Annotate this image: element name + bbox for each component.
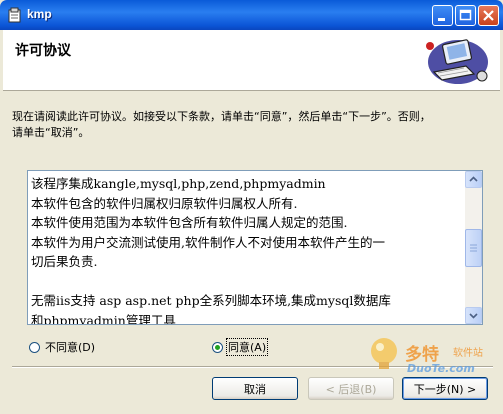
- instructions-line-2: 请单击“取消”。: [12, 126, 90, 139]
- lightbulb-logo-icon: [371, 338, 397, 369]
- instructions-text: 现在请阅读此许可协议。如接受以下条款，请单击“同意”，然后单击“下一步”。否则，…: [12, 109, 496, 141]
- watermark-url: DuoTe.com: [407, 362, 475, 375]
- page-title: 许可协议: [15, 43, 71, 59]
- license-line: 无需iis支持 asp asp.net php全系列脚本环境,集成mysql数据…: [31, 293, 391, 308]
- license-line: 本软件包含的软件归属权归原软件归属权人所有.: [31, 195, 298, 211]
- license-line: 本软件使用范围为本软件包含所有软件归属人规定的范围.: [31, 215, 348, 230]
- arrow-down-icon: [469, 313, 478, 319]
- maximize-button[interactable]: [455, 5, 476, 26]
- close-icon: [483, 10, 494, 21]
- close-button[interactable]: [478, 5, 499, 26]
- watermark-sub: 软件站: [453, 348, 483, 359]
- license-line: 切后果负责.: [31, 254, 98, 269]
- scroll-thumb[interactable]: [465, 229, 482, 267]
- agree-label[interactable]: 同意(A): [225, 338, 269, 356]
- installer-window: kmp 许可协议 现在请阅读此许可协议。如接受以下条款，请单击“同意”，然后单击…: [0, 0, 503, 414]
- grip-icon: [470, 244, 477, 252]
- license-line: [31, 272, 461, 292]
- minimize-button[interactable]: [432, 5, 453, 26]
- radio-button-icon[interactable]: [29, 341, 40, 353]
- window-title: kmp: [27, 7, 52, 21]
- disagree-label[interactable]: 不同意(D): [44, 339, 96, 355]
- site-watermark: 多特 软件站 DuoTe.com: [365, 334, 503, 382]
- license-line: 和phpmyadmin管理工具: [31, 312, 176, 325]
- arrow-up-icon: [469, 176, 478, 182]
- disagree-radio[interactable]: 不同意(D): [29, 339, 96, 355]
- license-text: 该程序集成kangle,mysql,php,zend,phpmyadmin 本软…: [31, 174, 461, 325]
- license-line: 该程序集成kangle,mysql,php,zend,phpmyadmin: [31, 176, 326, 191]
- scroll-up-button[interactable]: [465, 171, 482, 188]
- cancel-button[interactable]: 取消: [212, 377, 298, 400]
- computer-install-icon: [426, 39, 488, 84]
- wizard-header: 许可协议: [3, 30, 500, 91]
- license-line: 本软件为用户交流测试使用,软件制作人不对使用本软件产生的一: [31, 234, 385, 250]
- scroll-down-button[interactable]: [465, 307, 482, 324]
- instructions-line-1: 现在请阅读此许可协议。如接受以下条款，请单击“同意”，然后单击“下一步”。否则，: [12, 110, 431, 123]
- title-bar[interactable]: kmp: [0, 0, 503, 30]
- agree-radio[interactable]: 同意(A): [212, 338, 269, 356]
- license-textbox[interactable]: 该程序集成kangle,mysql,php,zend,phpmyadmin 本软…: [27, 170, 483, 325]
- vertical-scrollbar[interactable]: [465, 171, 482, 324]
- app-icon: [8, 7, 21, 23]
- minimize-icon: [438, 18, 445, 21]
- radio-button-selected-icon[interactable]: [212, 341, 223, 353]
- maximize-icon: [459, 9, 472, 21]
